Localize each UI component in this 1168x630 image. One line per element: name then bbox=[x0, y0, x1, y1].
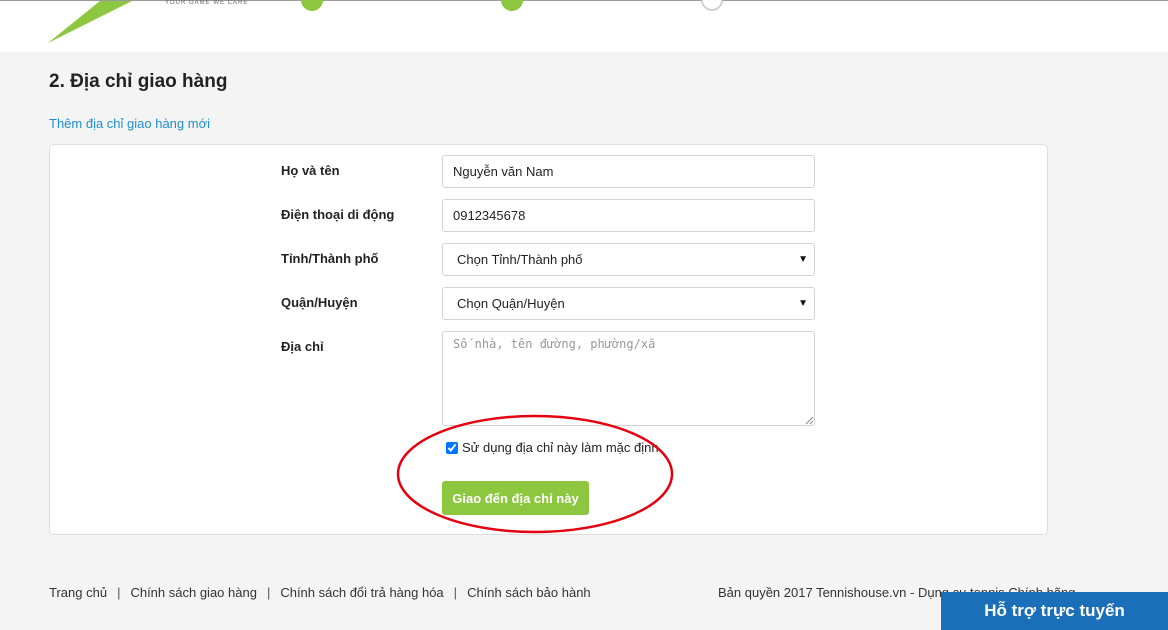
phone-input[interactable] bbox=[442, 199, 815, 232]
footer-link-shipping-policy[interactable]: Chính sách giao hàng bbox=[130, 585, 256, 600]
footer-link-return-policy[interactable]: Chính sách đổi trả hàng hóa bbox=[280, 585, 443, 600]
site-header: YOUR GAME WE CARE bbox=[0, 0, 1168, 52]
phone-label: Điện thoại di động bbox=[281, 207, 395, 222]
logo-icon[interactable] bbox=[48, 1, 138, 45]
full-name-input[interactable] bbox=[442, 155, 815, 188]
district-select-value: Chọn Quận/Huyện bbox=[457, 296, 565, 311]
city-select[interactable]: Chọn Tỉnh/Thành phố ▼ bbox=[442, 243, 815, 276]
district-label: Quận/Huyện bbox=[281, 295, 358, 310]
city-label: Tỉnh/Thành phố bbox=[281, 251, 379, 266]
footer-link-home[interactable]: Trang chủ bbox=[49, 585, 107, 600]
step-2-complete-icon bbox=[501, 0, 523, 11]
footer-separator: | bbox=[453, 585, 458, 600]
footer-link-warranty-policy[interactable]: Chính sách bảo hành bbox=[467, 585, 591, 600]
chevron-down-icon: ▼ bbox=[798, 298, 808, 309]
district-select[interactable]: Chọn Quận/Huyện ▼ bbox=[442, 287, 815, 320]
logo-tagline-icon: YOUR GAME WE CARE bbox=[165, 0, 249, 6]
footer-separator: | bbox=[117, 585, 121, 600]
footer-links: Trang chủ | Chính sách giao hàng | Chính… bbox=[49, 585, 591, 600]
highlight-ellipse-icon bbox=[396, 414, 674, 534]
footer-separator: | bbox=[266, 585, 271, 600]
add-new-address-link[interactable]: Thêm địa chỉ giao hàng mới bbox=[49, 116, 210, 131]
resize-handle-icon[interactable] bbox=[805, 416, 814, 425]
online-support-button[interactable]: Hỗ trợ trực tuyến bbox=[941, 592, 1168, 630]
address-label: Địa chỉ bbox=[281, 339, 324, 354]
section-title: 2. Địa chỉ giao hàng bbox=[49, 71, 228, 92]
city-select-value: Chọn Tỉnh/Thành phố bbox=[457, 252, 583, 267]
chevron-down-icon: ▼ bbox=[798, 254, 808, 265]
address-textarea[interactable] bbox=[442, 331, 815, 426]
step-1-complete-icon bbox=[301, 0, 323, 11]
step-3-pending-icon bbox=[701, 0, 723, 11]
full-name-label: Họ và tên bbox=[281, 163, 340, 178]
